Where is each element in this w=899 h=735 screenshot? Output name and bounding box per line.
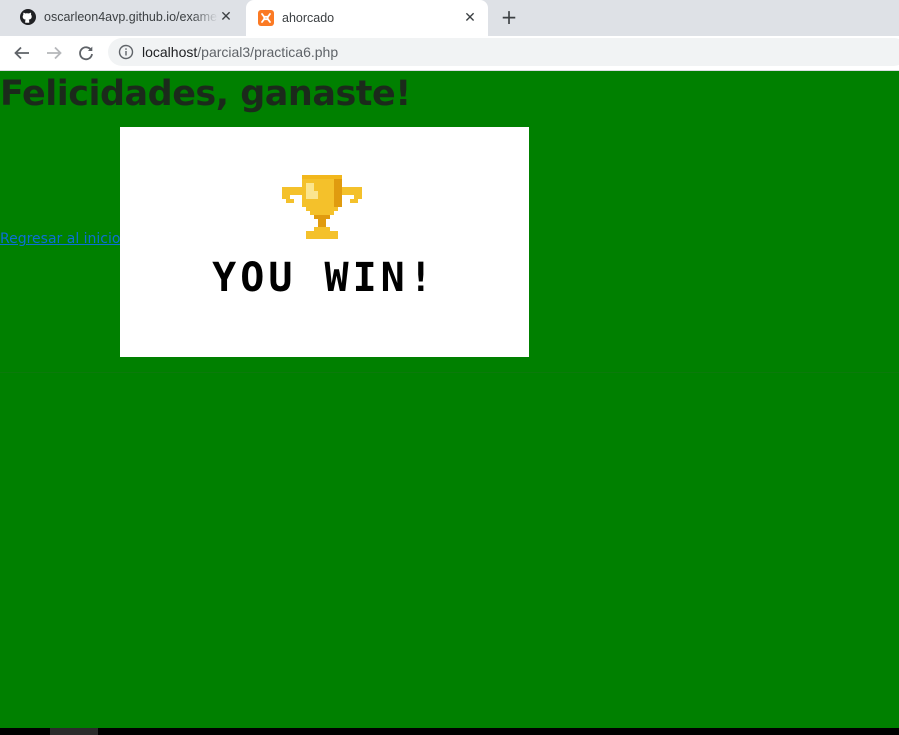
tab-strip: oscarleon4avp.github.io/examenes ✕ ahorc… [0, 0, 899, 36]
forward-arrow-icon[interactable] [41, 40, 67, 66]
new-tab-button[interactable]: + [498, 5, 520, 29]
back-arrow-icon[interactable] [9, 40, 35, 66]
url-path: /parcial3/practica6.php [197, 44, 339, 60]
github-icon [20, 9, 36, 25]
xampp-icon [258, 10, 274, 26]
divider [0, 372, 899, 373]
tab-title: oscarleon4avp.github.io/examenes [44, 10, 218, 24]
win-image: YOU WIN! [120, 127, 529, 357]
browser-toolbar: localhost/parcial3/practica6.php [0, 36, 899, 71]
address-bar[interactable]: localhost/parcial3/practica6.php [108, 38, 899, 66]
close-tab-icon[interactable]: ✕ [462, 10, 478, 26]
page-content: Felicidades, ganaste! Regresar al inicio [0, 71, 899, 728]
url-host: localhost [142, 44, 198, 60]
taskbar [0, 728, 899, 735]
url-text: localhost/parcial3/practica6.php [142, 44, 338, 60]
close-tab-icon[interactable]: ✕ [218, 9, 234, 25]
info-icon[interactable] [118, 44, 134, 60]
home-link[interactable]: Regresar al inicio [0, 231, 120, 247]
tab-github[interactable]: oscarleon4avp.github.io/examenes ✕ [8, 0, 244, 34]
tab-ahorcado[interactable]: ahorcado ✕ [246, 0, 488, 36]
trophy-icon [282, 175, 362, 239]
taskbar-item[interactable] [50, 728, 98, 735]
reload-icon[interactable] [73, 40, 99, 66]
tab-title: ahorcado [282, 11, 335, 25]
page-heading: Felicidades, ganaste! [0, 74, 411, 114]
win-caption: YOU WIN! [212, 255, 437, 301]
